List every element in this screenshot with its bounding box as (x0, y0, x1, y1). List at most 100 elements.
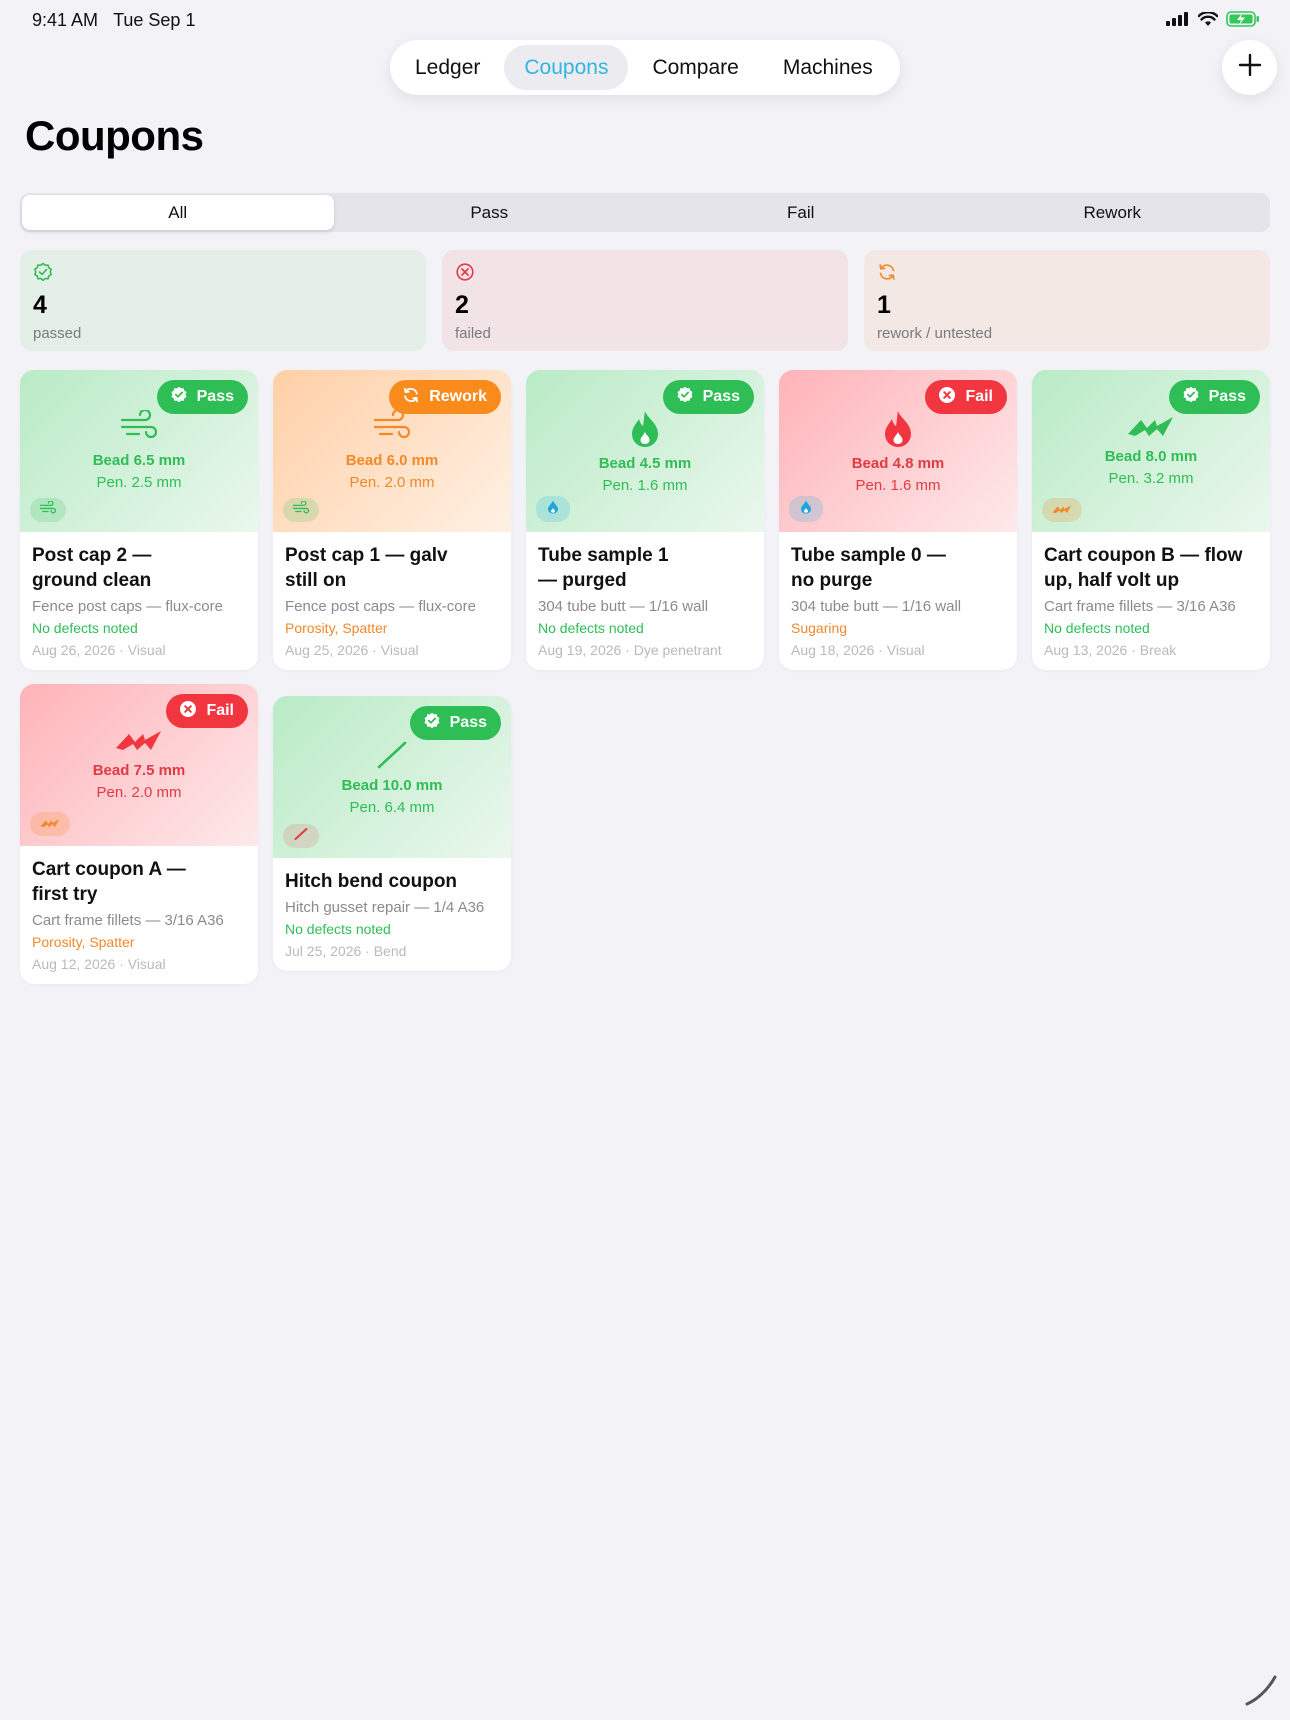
penetration: Pen. 1.6 mm (855, 477, 941, 494)
rework-count: 1 (877, 291, 891, 319)
status-badge: Pass (156, 380, 248, 414)
status-badge: Pass (409, 706, 501, 740)
summary-failed: 2 failed (442, 250, 848, 351)
bead-width: Bead 6.5 mm (92, 452, 186, 469)
process-chip (283, 498, 319, 522)
coupon-hero: Rework Bead 6.0 mm Pen. 2.0 mm (273, 370, 511, 532)
status-badge-label: Pass (702, 388, 740, 405)
coupon-card[interactable]: Rework Bead 6.0 mm Pen. 2.0 mm Post cap … (273, 370, 511, 670)
wind-icon (20, 410, 258, 442)
flame-icon (779, 410, 1017, 448)
bead-width: Bead 4.5 mm (598, 455, 692, 472)
refresh-icon (402, 386, 420, 409)
x-circle-icon (938, 386, 956, 409)
coupon-title-line: Cart coupon A — (32, 859, 186, 880)
coupon-hero: Pass Bead 8.0 mm Pen. 3.2 mm (1032, 370, 1270, 532)
droplet-icon (800, 500, 812, 519)
top-navigation: Ledger Coupons Compare Machines (390, 40, 900, 95)
coupon-hero: Pass Bead 4.5 mm Pen. 1.6 mm (526, 370, 764, 532)
coupon-project: 304 tube butt — 1/16 wall (538, 598, 709, 615)
coupon-project: Cart frame fillets — 3/16 A36 (32, 912, 224, 929)
tab-coupons[interactable]: Coupons (504, 45, 629, 90)
coupon-title: Tube sample 0 — no purge (791, 543, 1005, 593)
coupon-card[interactable]: Pass Bead 4.5 mm Pen. 1.6 mm Tube sample… (526, 370, 764, 670)
status-badge-label: Pass (196, 388, 234, 405)
process-chip (30, 812, 70, 836)
checkmark-seal-icon (423, 712, 441, 735)
coupon-date-method: Aug 19, 2026 · Dye penetrant (538, 642, 722, 658)
coupon-card[interactable]: Fail Bead 7.5 mm Pen. 2.0 mm Cart coupon… (20, 684, 258, 984)
droplet-icon (547, 500, 559, 519)
process-chip (536, 496, 570, 522)
wifi-icon (1198, 11, 1218, 27)
penetration: Pen. 2.0 mm (96, 784, 182, 801)
status-badge: Pass (1168, 380, 1260, 414)
coupon-title: Cart coupon B — flow up, half volt up (1044, 543, 1258, 593)
coupon-project: Hitch gusset repair — 1/4 A36 (285, 899, 485, 916)
battery-charging-icon (1226, 11, 1260, 27)
filter-fail[interactable]: Fail (645, 195, 957, 230)
status-badge-label: Fail (206, 702, 234, 719)
coupon-project: Cart frame fillets — 3/16 A36 (1044, 598, 1236, 615)
coupon-body: Cart coupon A — first try Cart frame fill… (20, 846, 258, 984)
add-coupon-button[interactable] (1222, 40, 1277, 95)
coupon-defects: Porosity, Spatter (32, 934, 135, 950)
tab-machines[interactable]: Machines (763, 45, 893, 90)
status-badge: Pass (662, 380, 754, 414)
coupon-body: Post cap 2 — ground clean Fence post caps… (20, 532, 258, 670)
wind-icon (273, 410, 511, 442)
checkmark-seal-icon (676, 386, 694, 409)
coupon-title-line: — purged (538, 570, 627, 591)
filter-all[interactable]: All (22, 195, 334, 230)
tab-ledger[interactable]: Ledger (395, 45, 500, 90)
coupon-body: Post cap 1 — galv still on Fence post cap… (273, 532, 511, 670)
coupon-date-method: Jul 25, 2026 · Bend (285, 943, 407, 959)
slash-line-icon (294, 827, 308, 845)
coupon-defects: No defects noted (1044, 620, 1150, 636)
failed-label: failed (455, 325, 491, 342)
status-badge: Fail (925, 380, 1007, 414)
coupon-hero: Fail Bead 4.8 mm Pen. 1.6 mm (779, 370, 1017, 532)
coupon-date-method: Aug 25, 2026 · Visual (285, 642, 419, 658)
filter-rework[interactable]: Rework (957, 195, 1269, 230)
rework-label: rework / untested (877, 325, 993, 342)
coupon-defects: No defects noted (538, 620, 644, 636)
coupon-date-method: Aug 26, 2026 · Visual (32, 642, 166, 658)
coupon-title-line: up, half volt up (1044, 570, 1180, 591)
coupon-card[interactable]: Pass Bead 8.0 mm Pen. 3.2 mm Cart coupon… (1032, 370, 1270, 670)
filter-pass[interactable]: Pass (334, 195, 646, 230)
zigzag-icon (40, 815, 60, 833)
coupon-title-line: first try (32, 884, 98, 905)
coupon-project: 304 tube butt — 1/16 wall (791, 598, 962, 615)
zigzag-icon (20, 728, 258, 752)
coupon-body: Hitch bend coupon Hitch gusset repair — … (273, 858, 511, 971)
tab-compare[interactable]: Compare (632, 45, 758, 90)
zigzag-icon (1052, 501, 1072, 519)
process-chip (789, 496, 823, 522)
coupon-card[interactable]: Pass Bead 6.5 mm Pen. 2.5 mm Post cap 2 … (20, 370, 258, 670)
coupon-card[interactable]: Pass Bead 10.0 mm Pen. 6.4 mm Hitch bend… (273, 696, 511, 971)
coupon-title-line: no purge (791, 570, 873, 591)
coupon-title: Post cap 2 — ground clean (32, 543, 246, 593)
coupon-date-method: Aug 13, 2026 · Break (1044, 642, 1177, 658)
coupon-project: Fence post caps — flux-core (285, 598, 476, 615)
coupon-body: Tube sample 0 — no purge 304 tube butt — … (779, 532, 1017, 670)
wind-icon (39, 499, 57, 520)
bead-width: Bead 4.8 mm (851, 455, 945, 472)
coupon-title: Tube sample 1 — purged (538, 543, 752, 593)
coupon-date-method: Aug 18, 2026 · Visual (791, 642, 925, 658)
status-date: Tue Sep 1 (113, 10, 196, 30)
summary-rework: 1 rework / untested (864, 250, 1270, 351)
x-circle-icon (455, 262, 475, 282)
coupon-card[interactable]: Fail Bead 4.8 mm Pen. 1.6 mm Tube sample… (779, 370, 1017, 670)
status-badge-label: Pass (1208, 388, 1246, 405)
flame-icon (526, 410, 764, 448)
coupon-defects: Sugaring (791, 620, 848, 636)
summary-passed: 4 passed (20, 250, 426, 351)
coupon-title-line: Tube sample 1 (538, 545, 669, 566)
process-chip (1042, 498, 1082, 522)
refresh-icon (877, 262, 897, 282)
penetration: Pen. 1.6 mm (602, 477, 688, 494)
coupon-hero: Pass Bead 6.5 mm Pen. 2.5 mm (20, 370, 258, 532)
status-time: 9:41 AM Tue Sep 1 (32, 10, 195, 31)
